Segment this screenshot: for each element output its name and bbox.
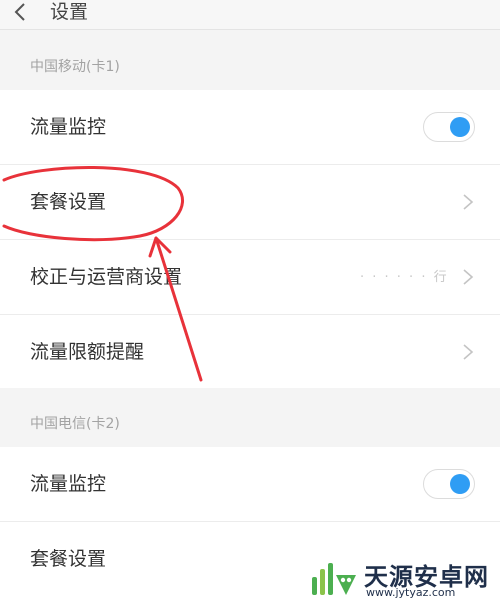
chevron-left-icon [14,3,25,21]
data-monitor-toggle-sim2[interactable] [423,469,475,499]
watermark-logo-icon [312,563,356,595]
toggle-knob [450,474,470,494]
watermark: 天源安卓网 www.jytyaz.com [310,555,500,605]
row-label: 套餐设置 [30,548,107,570]
carrier-value: · · · · · · 行 [360,270,449,285]
row-label: 流量监控 [30,116,107,138]
row-label: 流量限额提醒 [30,341,145,363]
sim1-settings-card: 流量监控 套餐设置 校正与运营商设置 · · · · · · 行 流量限额提醒 [0,90,500,388]
data-monitor-row-sim2[interactable]: 流量监控 [0,447,500,522]
chevron-right-icon [463,344,474,360]
chevron-right-icon [463,269,474,285]
data-monitor-row-sim1[interactable]: 流量监控 [0,90,500,165]
row-label: 流量监控 [30,473,107,495]
watermark-url: www.jytyaz.com [366,586,456,599]
row-label: 套餐设置 [30,191,107,213]
data-limit-alert-row-sim1[interactable]: 流量限额提醒 [0,315,500,390]
data-monitor-toggle-sim1[interactable] [423,112,475,142]
row-label: 校正与运营商设置 [30,266,183,288]
section-label-sim2: 中国电信(卡2) [30,416,120,432]
plan-settings-row-sim1[interactable]: 套餐设置 [0,165,500,240]
chevron-right-icon [463,194,474,210]
back-button[interactable] [10,0,32,24]
page-title: 设置 [50,1,89,23]
top-bar: 设置 [0,0,500,30]
section-label-sim1: 中国移动(卡1) [30,59,120,75]
toggle-knob [450,117,470,137]
calibration-carrier-row-sim1[interactable]: 校正与运营商设置 · · · · · · 行 [0,240,500,315]
